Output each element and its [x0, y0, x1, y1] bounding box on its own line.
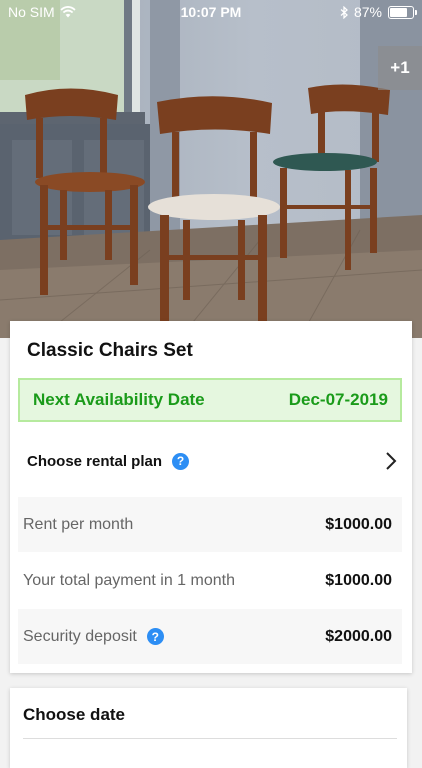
- row-label: Rent per month: [23, 515, 134, 533]
- rental-plan-label: Choose rental plan: [27, 452, 163, 470]
- rental-plan-selector[interactable]: Choose rental plan ?: [27, 446, 397, 476]
- status-bar: No SIM 10:07 PM 87%: [0, 0, 422, 26]
- row-label: Your total payment in 1 month: [23, 571, 235, 589]
- chairs-illustration: [0, 0, 422, 338]
- availability-banner: Next Availability Date Dec-07-2019: [18, 378, 402, 422]
- row-value: $1000.00: [325, 571, 392, 589]
- choose-date-title: Choose date: [23, 705, 126, 724]
- row-label: Security deposit: [23, 627, 137, 645]
- row-label-wrap: Security deposit ?: [23, 628, 164, 646]
- chevron-right-icon[interactable]: [385, 451, 397, 471]
- divider: [23, 738, 397, 739]
- bluetooth-icon: [340, 5, 348, 19]
- row-value: $2000.00: [325, 627, 392, 645]
- more-photos-badge[interactable]: +1: [378, 46, 422, 90]
- help-icon[interactable]: ?: [172, 452, 190, 470]
- rent-per-month-row: Rent per month $1000.00: [18, 497, 402, 552]
- battery-percent: 87%: [353, 4, 382, 20]
- product-details-card: Classic Chairs Set Next Availability Dat…: [10, 321, 412, 673]
- help-icon[interactable]: ?: [146, 628, 164, 645]
- battery-icon: [388, 5, 417, 19]
- row-value: $1000.00: [325, 515, 392, 533]
- choose-date-card[interactable]: Choose date: [10, 688, 407, 768]
- product-title: Classic Chairs Set: [27, 340, 193, 361]
- total-payment-row: Your total payment in 1 month $1000.00: [18, 553, 402, 608]
- product-photo[interactable]: [0, 0, 422, 338]
- security-deposit-row: Security deposit ? $2000.00: [18, 609, 402, 664]
- availability-label: Next Availability Date: [33, 390, 205, 409]
- availability-date: Dec-07-2019: [288, 390, 388, 409]
